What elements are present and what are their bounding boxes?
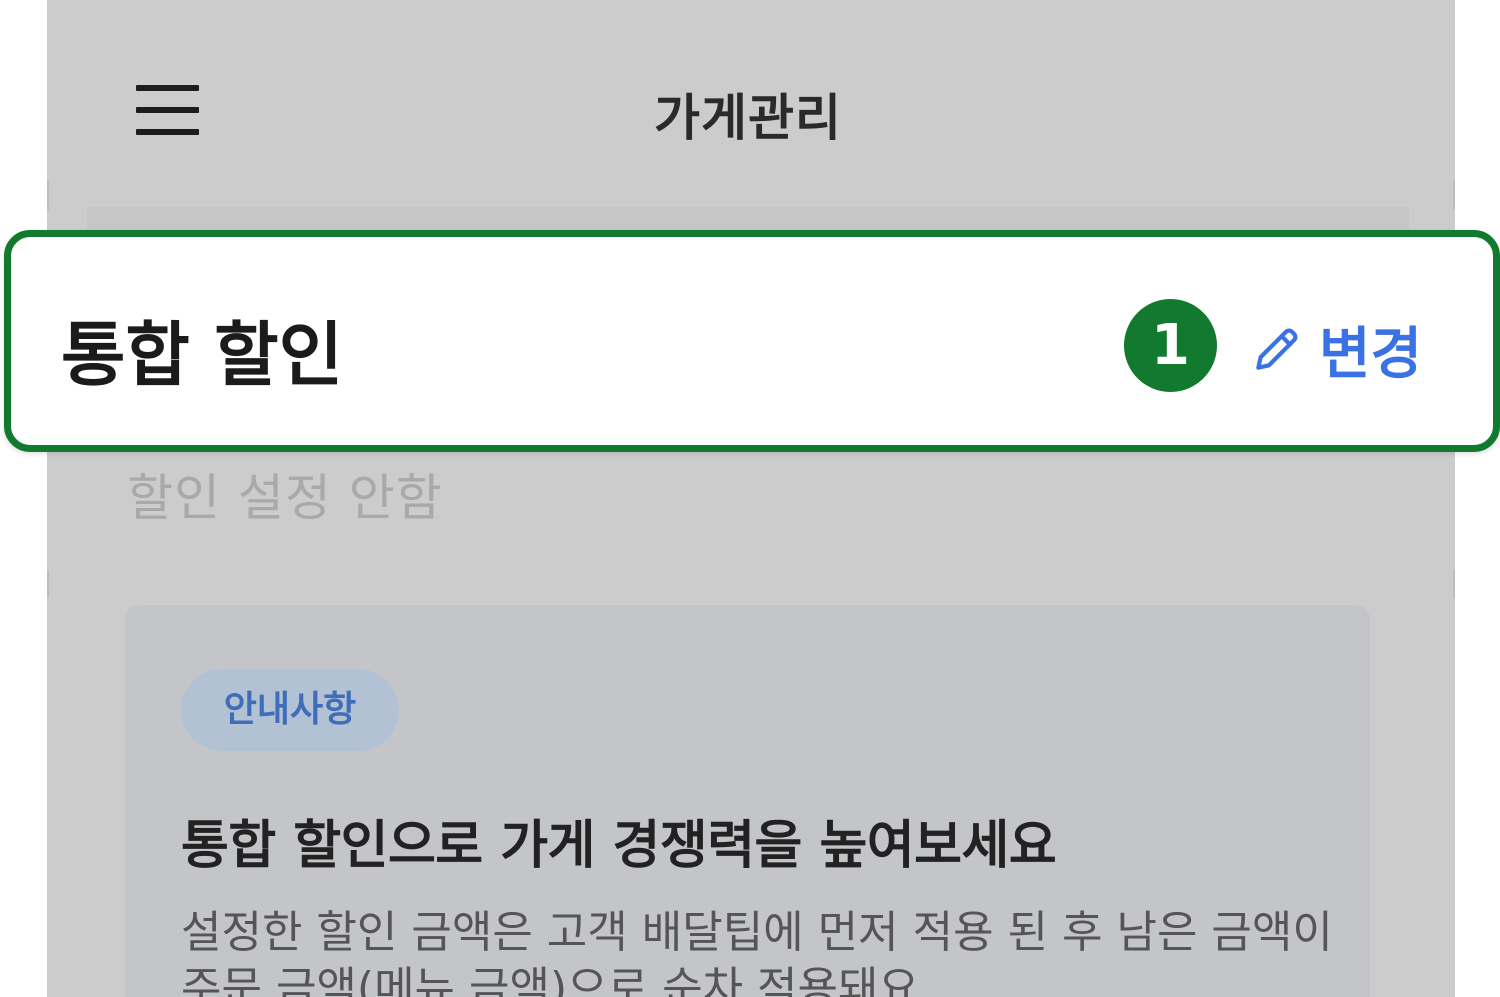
notice-card: 안내사항 통합 할인으로 가게 경쟁력을 높여보세요 설정한 할인 금액은 고객… [125, 605, 1370, 997]
divider [1453, 570, 1455, 598]
screen: 가게관리 할인 설정 안함 안내사항 통합 할인으로 가게 경쟁력을 높여보세요… [0, 0, 1500, 997]
divider [1453, 180, 1455, 210]
notice-body: 설정한 할인 금액은 고객 배달팁에 먼저 적용 된 후 남은 금액이 주문 금… [181, 907, 1333, 997]
notice-badge: 안내사항 [181, 669, 399, 751]
notice-title: 통합 할인으로 가게 경쟁력을 높여보세요 [181, 816, 1057, 876]
divider [47, 570, 49, 598]
section-title: 통합 할인 [61, 314, 343, 396]
page-title: 가게관리 [654, 89, 842, 147]
step-number-badge: 1 [1124, 299, 1217, 392]
change-button[interactable]: 변경 [1249, 309, 1422, 389]
app-screen-dimmed: 가게관리 할인 설정 안함 안내사항 통합 할인으로 가게 경쟁력을 높여보세요… [47, 0, 1455, 997]
pencil-icon [1256, 328, 1298, 370]
discount-section-highlight: 통합 할인 1 변경 [4, 230, 1500, 452]
divider [47, 180, 49, 210]
change-button-label: 변경 [1319, 321, 1423, 387]
discount-status-text: 할인 설정 안함 [127, 469, 443, 527]
